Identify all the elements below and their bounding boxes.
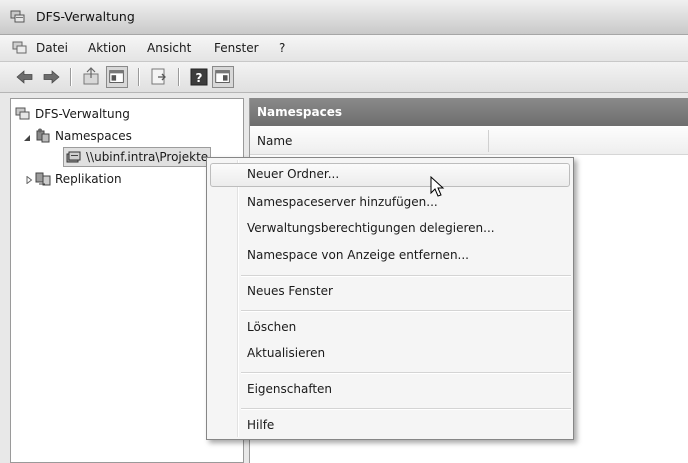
app-window: DFS-Verwaltung Datei Aktion Ansicht Fens… [0, 0, 688, 463]
up-folder-icon[interactable] [80, 66, 102, 88]
column-header-row: Name [250, 127, 688, 155]
menu-item-hilfe[interactable]: Hilfe [210, 414, 570, 438]
menu-separator [241, 275, 571, 277]
tree-item-namespaces[interactable]: Namespaces [35, 127, 132, 145]
menu-item-berechtigungen-delegieren[interactable]: Verwaltungsberechtigungen delegieren... [210, 217, 570, 241]
tree-label: DFS-Verwaltung [35, 107, 130, 121]
replication-icon [35, 172, 51, 186]
context-menu: Neuer Ordner... Namespaceserver hinzufüg… [206, 157, 574, 440]
title-bar[interactable]: DFS-Verwaltung [0, 0, 688, 35]
menu-item-aktualisieren[interactable]: Aktualisieren [210, 342, 570, 366]
menu-item-neues-fenster[interactable]: Neues Fenster [210, 280, 570, 304]
dfs-app-icon [10, 10, 25, 23]
menu-fenster[interactable]: Fenster [214, 41, 259, 55]
help-icon[interactable]: ? [188, 66, 210, 88]
menu-item-namespace-entfernen[interactable]: Namespace von Anzeige entfernen... [210, 244, 570, 268]
export-list-icon[interactable] [148, 66, 170, 88]
menu-separator [241, 310, 571, 312]
tree-label: Replikation [55, 172, 122, 186]
window-title: DFS-Verwaltung [36, 9, 135, 24]
mouse-pointer-icon [430, 176, 445, 197]
svg-text:?: ? [196, 71, 203, 85]
results-pane-header: Namespaces [250, 98, 688, 126]
menu-help[interactable]: ? [279, 41, 285, 55]
tree-item-replikation[interactable]: Replikation [35, 170, 122, 188]
menu-item-eigenschaften[interactable]: Eigenschaften [210, 378, 570, 402]
tree-label: Namespaces [55, 129, 132, 143]
system-menu-icon[interactable] [12, 40, 28, 56]
namespaces-icon [36, 128, 50, 143]
tree-item-namespace-projekte[interactable]: \\ubinf.intra\Projekte [63, 147, 212, 167]
tree-label: \\ubinf.intra\Projekte [86, 150, 209, 164]
menu-separator [241, 372, 571, 374]
column-header-name[interactable]: Name [257, 134, 292, 148]
menu-ansicht[interactable]: Ansicht [147, 41, 191, 55]
menu-item-loeschen[interactable]: Löschen [210, 316, 570, 340]
toolbar-separator [178, 68, 180, 86]
menu-datei[interactable]: Datei [36, 41, 68, 55]
namespace-server-icon [66, 151, 81, 163]
tree-item-dfs-verwaltung[interactable]: DFS-Verwaltung [15, 105, 130, 123]
show-hide-tree-icon[interactable] [106, 66, 128, 88]
expanded-triangle-icon[interactable] [23, 134, 31, 142]
menu-aktion[interactable]: Aktion [88, 41, 126, 55]
forward-arrow-icon[interactable] [40, 66, 62, 88]
menu-bar: Datei Aktion Ansicht Fenster ? [0, 35, 688, 62]
back-arrow-icon[interactable] [14, 66, 36, 88]
toolbar-separator [70, 68, 72, 86]
menu-item-namespaceserver-hinzufuegen[interactable]: Namespaceserver hinzufügen... [210, 191, 570, 215]
dfs-management-icon [15, 107, 30, 120]
menu-item-neuer-ordner[interactable]: Neuer Ordner... [210, 163, 570, 187]
column-divider[interactable] [488, 130, 489, 152]
menu-separator [241, 408, 571, 410]
toolbar: ? [0, 62, 688, 93]
collapsed-triangle-icon[interactable] [25, 176, 33, 184]
toolbar-separator [138, 68, 140, 86]
console-icon[interactable] [212, 66, 234, 88]
